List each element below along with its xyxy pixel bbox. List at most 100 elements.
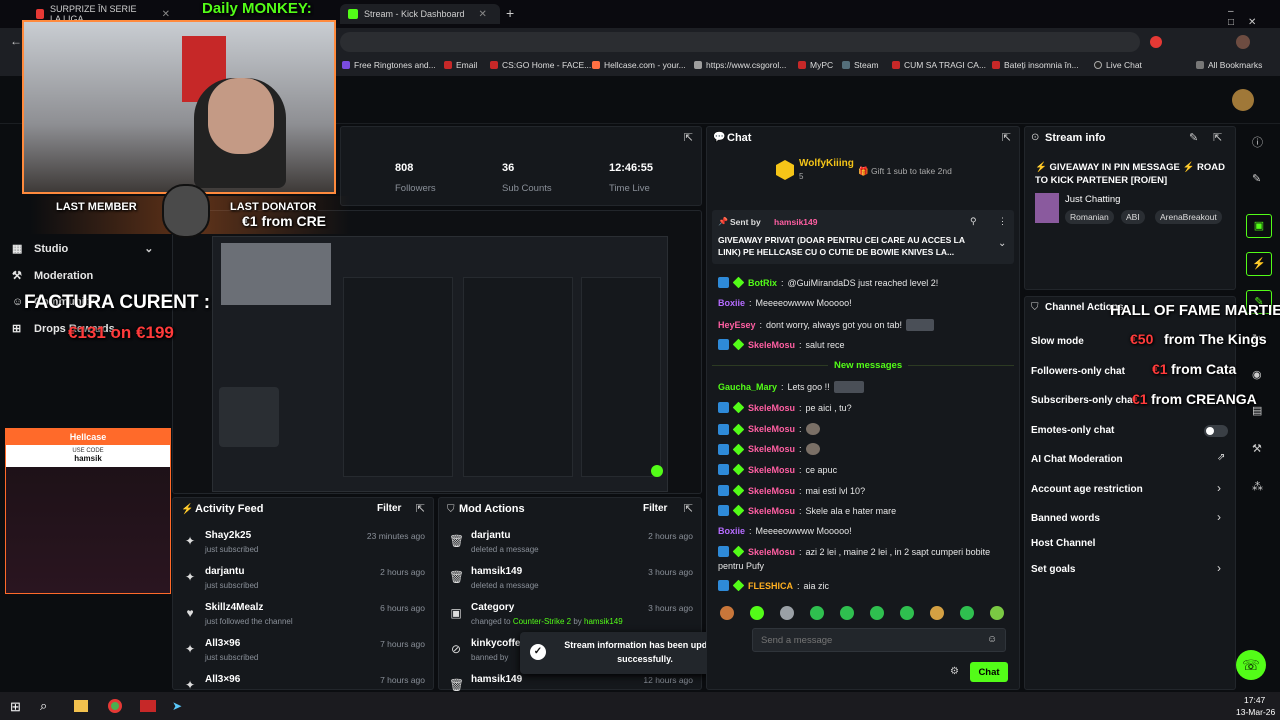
browser-tab-active[interactable]: Stream - Kick Dashboard ✕ xyxy=(340,4,500,24)
emote-icon[interactable] xyxy=(810,606,824,620)
edit-icon[interactable]: ✎ xyxy=(1252,172,1261,185)
chat-message[interactable]: Boxiie: Meeeeowwww Mooooo! xyxy=(718,526,852,536)
nav-studio[interactable]: ▦ Studio ⌄ xyxy=(12,242,153,256)
chevron-down-icon[interactable]: ⌄ xyxy=(998,238,1006,249)
preview-chat-button xyxy=(651,465,663,477)
popout-icon[interactable]: ⇱ xyxy=(684,131,693,144)
close-icon[interactable]: ✕ xyxy=(162,9,170,20)
stream-preview-video[interactable] xyxy=(212,236,668,492)
rail-icon[interactable]: ⁂ xyxy=(1252,480,1263,493)
chat-message[interactable]: SkeleMosu: pe aici , tu? xyxy=(718,401,852,414)
check-icon: ✓ xyxy=(530,644,546,660)
account-age-label[interactable]: Account age restriction xyxy=(1031,484,1143,495)
bookmark[interactable]: Hellcase.com - your... xyxy=(592,60,686,70)
emote-icon[interactable] xyxy=(720,606,734,620)
rail-action-button[interactable]: ▣ xyxy=(1246,214,1272,238)
search-icon[interactable]: ⌕ xyxy=(40,698,47,714)
emoji-icon[interactable]: ☺ xyxy=(987,634,997,645)
rail-action-button[interactable]: ⚡ xyxy=(1246,252,1272,276)
banned-words-label[interactable]: Banned words xyxy=(1031,513,1100,524)
emote-icon[interactable] xyxy=(990,606,1004,620)
back-icon[interactable]: ← xyxy=(10,34,22,48)
hammer-icon[interactable]: ⚒ xyxy=(1252,442,1262,455)
emote-icon[interactable] xyxy=(930,606,944,620)
bookmark[interactable]: Live Chat xyxy=(1094,60,1142,70)
chat-message[interactable]: SkeleMosu: xyxy=(718,423,820,435)
new-tab-button[interactable]: + xyxy=(506,5,514,21)
stream-category: Just Chatting xyxy=(1065,194,1121,205)
set-goals-label[interactable]: Set goals xyxy=(1031,564,1075,575)
unpin-icon[interactable]: ⚲ xyxy=(970,216,977,227)
more-icon[interactable]: ⋮ xyxy=(998,216,1007,227)
chat-message[interactable]: SkeleMosu: ce apuc xyxy=(718,463,837,476)
chat-message[interactable]: HeyEsey: dont worry, always got you on t… xyxy=(718,319,934,331)
bookmark[interactable]: CUM SA TRAGI CA... xyxy=(892,60,986,70)
mod-filter-button[interactable]: Filter xyxy=(643,503,667,514)
folder-icon[interactable] xyxy=(74,700,88,712)
emote-icon[interactable] xyxy=(750,606,764,620)
profile-avatar[interactable] xyxy=(1236,35,1250,49)
bookmark[interactable]: MyPC xyxy=(798,60,833,70)
bookmark[interactable]: Bateți insomnia în... xyxy=(992,60,1079,70)
gift-text[interactable]: Gift 1 sub to take 2nd xyxy=(871,166,952,176)
hall-of-fame-title: HALL OF FAME MARTIE: xyxy=(1110,302,1280,319)
app-icon[interactable] xyxy=(140,700,156,712)
chat-message[interactable]: SkeleMosu: mai esti lvl 10? xyxy=(718,484,865,497)
windows-start-icon[interactable]: ⊞ xyxy=(10,699,21,715)
chat-input[interactable] xyxy=(752,628,1006,652)
clock-time: 17:47 xyxy=(1244,695,1266,705)
daily-monkey-label: Daily MONKEY: xyxy=(202,0,312,17)
chevron-right-icon[interactable]: › xyxy=(1217,561,1221,575)
external-link-icon[interactable]: ⇗ xyxy=(1217,452,1225,463)
chat-message[interactable]: SkeleMosu: azi 2 lei , maine 2 lei , in … xyxy=(718,545,990,558)
chat-message[interactable]: SkeleMosu: xyxy=(718,443,820,455)
telegram-icon[interactable]: ➤ xyxy=(172,699,182,713)
popout-icon[interactable]: ⇱ xyxy=(1002,131,1011,144)
emote-icon[interactable] xyxy=(960,606,974,620)
chat-message[interactable]: BotRix: @GuiMirandaDS just reached level… xyxy=(718,276,938,289)
bookmark[interactable]: Email xyxy=(444,60,477,70)
extension-icon[interactable] xyxy=(1150,36,1162,48)
bookmark[interactable]: https://www.csgorol... xyxy=(694,60,786,70)
chevron-right-icon[interactable]: › xyxy=(1217,510,1221,524)
bookmark[interactable]: Free Ringtones and... xyxy=(342,60,436,70)
bookmark[interactable]: CS:GO Home - FACE... xyxy=(490,60,591,70)
omnibox[interactable] xyxy=(340,32,1140,52)
emote-icon[interactable] xyxy=(900,606,914,620)
emote-icon[interactable] xyxy=(870,606,884,620)
trash-icon: 🗑 xyxy=(449,534,465,548)
edit-icon[interactable]: ✎ xyxy=(1189,131,1198,144)
badge-icon xyxy=(718,505,729,516)
chat-message[interactable]: Gaucha_Mary: Lets goo !! xyxy=(718,381,864,393)
info-icon: ⊙ xyxy=(1031,132,1040,143)
activity-filter-button[interactable]: Filter xyxy=(377,503,401,514)
chevron-right-icon[interactable]: › xyxy=(1217,481,1221,495)
popout-icon[interactable]: ⇱ xyxy=(1213,131,1222,144)
broadcast-icon[interactable]: ◉ xyxy=(1252,368,1262,381)
bookmark[interactable]: Steam xyxy=(842,60,879,70)
badge-icon xyxy=(718,580,729,591)
nav-moderation[interactable]: ⚒ Moderation xyxy=(12,269,93,283)
emote-icon[interactable] xyxy=(780,606,794,620)
category-icon: ▣ xyxy=(450,606,462,620)
bookmark-folder[interactable]: All Bookmarks xyxy=(1196,60,1262,70)
pinned-message[interactable]: 📌 Sent by hamsik149 ⚲ ⋮ GIVEAWAY PRIVAT … xyxy=(712,210,1014,264)
info-icon[interactable]: ⓘ xyxy=(1252,134,1263,150)
close-icon[interactable]: ✕ xyxy=(479,9,487,20)
window-controls[interactable]: –□✕ xyxy=(1228,6,1280,28)
host-channel-label[interactable]: Host Channel xyxy=(1031,538,1095,549)
gear-icon[interactable]: ⚙ xyxy=(950,666,959,677)
emotes-only-toggle[interactable] xyxy=(1204,425,1228,437)
chat-send-button[interactable]: Chat xyxy=(970,662,1008,682)
chat-message[interactable]: SkeleMosu: Skele ala e hater mare xyxy=(718,504,896,517)
chat-message[interactable]: FLESHICA: aia zic xyxy=(718,579,829,592)
chrome-icon[interactable] xyxy=(108,699,122,713)
user-avatar[interactable] xyxy=(1232,89,1254,111)
chat-message[interactable]: SkeleMosu: salut rece xyxy=(718,338,845,351)
support-button[interactable]: ☏ xyxy=(1236,650,1266,680)
emote-icon[interactable] xyxy=(840,606,854,620)
chat-message[interactable]: Boxiie: Meeeeowwww Mooooo! xyxy=(718,298,852,308)
popout-icon[interactable]: ⇱ xyxy=(684,502,693,515)
popout-icon[interactable]: ⇱ xyxy=(416,502,425,515)
mod-row: 🗑 darjantu deleted a message 2 hours ago xyxy=(449,530,693,554)
